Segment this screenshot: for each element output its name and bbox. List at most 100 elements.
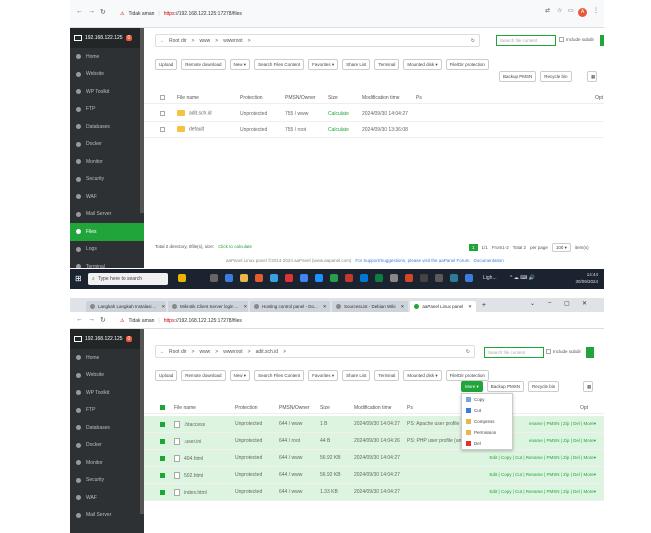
tab-langkah-langkah-instalas[interactable]: Langkah Langkah Instalasi ... ✕ <box>86 301 166 312</box>
profile-avatar[interactable]: A <box>578 8 587 17</box>
breadcrumb-item[interactable]: Root dir <box>169 349 187 355</box>
row-checkbox[interactable] <box>160 111 165 116</box>
backup-pmsn-button[interactable]: Backup PMSN <box>499 71 537 82</box>
tab-close-icon[interactable]: ✕ <box>468 304 472 310</box>
path-breadcrumb[interactable]: ← Root dir > www > wwwroot > ↻ <box>155 34 480 47</box>
more-button[interactable]: More ▾ <box>461 381 483 392</box>
app-icon[interactable] <box>345 274 353 282</box>
task-view-icon[interactable] <box>210 274 218 282</box>
sidepanel-icon[interactable]: ▭ <box>568 7 574 14</box>
protection-status[interactable]: Unprotected <box>235 421 262 427</box>
protection-status[interactable]: Unprotected <box>235 472 262 478</box>
terminal-button[interactable]: Terminal <box>374 370 400 381</box>
col-mtime[interactable]: Modification time <box>362 95 400 101</box>
explorer-icon[interactable] <box>240 274 248 282</box>
file-name[interactable]: default <box>189 127 204 133</box>
translate-icon[interactable]: ⇄ <box>545 7 550 14</box>
file-name-cell[interactable]: index.html <box>174 488 207 496</box>
address-bar[interactable]: ⚠ Tidak aman | https://192.168.122.125:1… <box>120 6 514 22</box>
calculate-size-link[interactable]: Calculate <box>328 127 349 133</box>
sidebar-item-files[interactable]: Files <box>70 223 144 241</box>
search-input[interactable]: Search file content <box>496 35 556 46</box>
grid-view-icon[interactable]: ▦ <box>583 381 593 392</box>
firefox-icon[interactable] <box>255 274 263 282</box>
tab-mikrotik-client-server-l[interactable]: Mikrotik Client Server login ... ✕ <box>168 301 248 312</box>
word-icon[interactable] <box>360 274 368 282</box>
sidebar-item-databases[interactable]: Databases <box>70 118 144 136</box>
file-name[interactable]: .user.ini <box>184 438 201 444</box>
menu-item-del[interactable]: Del <box>462 438 512 449</box>
forward-icon[interactable]: → <box>88 8 95 15</box>
sidebar-item-website[interactable]: Website <box>70 66 144 84</box>
grid-view-icon[interactable]: ▦ <box>587 71 597 82</box>
row-checkbox[interactable] <box>160 439 165 444</box>
file-name-cell[interactable]: 404.html <box>174 454 203 462</box>
breadcrumb-item[interactable]: adit.sch.id <box>256 349 279 355</box>
row-operations[interactable]: Edit | Copy | Cut | Rename | PMSN | Zip … <box>490 472 596 478</box>
taskbar-search[interactable]: ⌕ Type here to search <box>88 273 168 285</box>
share-list-button[interactable]: Share List <box>342 59 371 70</box>
breadcrumb-item[interactable]: www <box>199 38 210 44</box>
windows-start-icon[interactable]: ⊞ <box>75 274 82 283</box>
star-icon[interactable]: ☆ <box>557 7 562 14</box>
forum-link[interactable]: For Support/Suggestions, please visit th… <box>355 258 469 263</box>
tab-hosting-control-panel-do[interactable]: Hosting control panel - Do... ✕ <box>250 301 330 312</box>
app-icon[interactable] <box>330 274 338 282</box>
new-button[interactable]: New ▾ <box>229 370 251 381</box>
recycle-bin-button[interactable]: Recycle bin <box>528 381 560 392</box>
col-filename[interactable]: File name <box>177 95 199 101</box>
protection-status[interactable]: Unprotected <box>240 111 267 117</box>
refresh-icon[interactable]: ↻ <box>466 349 470 355</box>
table-row[interactable]: adit.sch.id Unprotected 755 / www Calculate… <box>144 106 604 122</box>
store-icon[interactable] <box>270 274 278 282</box>
mounted-disk-button[interactable]: Mounted disk ▾ <box>403 59 442 70</box>
include-subdir[interactable]: Include subdir <box>546 349 581 354</box>
protection-status[interactable]: Unprotected <box>235 455 262 461</box>
maximize-icon[interactable]: ▢ <box>564 300 570 307</box>
breadcrumb-item[interactable]: Root dir <box>169 38 187 44</box>
chrome-icon[interactable] <box>300 274 308 282</box>
favorites-button[interactable]: Favorites ▾ <box>308 59 339 70</box>
select-all-checkbox[interactable] <box>160 95 165 100</box>
row-checkbox[interactable] <box>160 490 165 495</box>
subdir-checkbox[interactable] <box>546 349 551 354</box>
tab-close-icon[interactable]: ✕ <box>244 304 248 310</box>
notification-badge[interactable]: 0 <box>125 336 133 342</box>
row-operations[interactable]: ename | PMSN | Zip | Del | More▾ <box>529 438 596 444</box>
search-input[interactable]: Search file content <box>484 347 544 358</box>
sidebar-item-website[interactable]: Website <box>70 367 144 385</box>
search-files-content-button[interactable]: Search Files Content <box>254 59 305 70</box>
search-button[interactable] <box>600 35 604 46</box>
sidebar-item-ftp[interactable]: FTP <box>70 402 144 420</box>
sidebar-item-security[interactable]: Security <box>70 171 144 189</box>
breadcrumb-item[interactable]: www <box>199 349 210 355</box>
sidebar-item-logs[interactable]: Logs <box>70 241 144 259</box>
file-name[interactable]: 404.html <box>184 455 203 461</box>
file-name-cell[interactable]: .htaccess <box>174 420 205 428</box>
file-name-cell[interactable]: .user.ini <box>174 437 201 445</box>
upload-button[interactable]: Upload <box>155 370 178 381</box>
file-name[interactable]: .htaccess <box>184 421 205 427</box>
back-arrow-icon[interactable]: ← <box>160 349 165 355</box>
sidebar-item-waf[interactable]: WAF <box>70 489 144 507</box>
terminal-button[interactable]: Terminal <box>374 59 400 70</box>
sidebar-item-docker[interactable]: Docker <box>70 437 144 455</box>
subdir-checkbox[interactable] <box>559 37 564 42</box>
file-name-cell[interactable]: default <box>177 126 204 133</box>
weather-widget[interactable]: Ligh... <box>483 275 497 281</box>
back-icon[interactable]: ← <box>76 316 83 323</box>
widgets-icon[interactable] <box>178 274 186 282</box>
refresh-icon[interactable]: ↻ <box>471 38 475 44</box>
row-operations[interactable]: Edit | Copy | Cut | Rename | PMSN | Zip … <box>490 455 596 461</box>
app-icon[interactable] <box>390 274 398 282</box>
tab-aapanel-linux-panel[interactable]: aaPanel Linux panel ✕ <box>410 301 476 312</box>
address-bar[interactable]: ⚠ Tidak aman | https://192.168.122.125:1… <box>120 313 514 329</box>
protection-status[interactable]: Unprotected <box>240 127 267 133</box>
row-checkbox[interactable] <box>160 127 165 132</box>
sidebar-item-terminal[interactable]: Terminal <box>70 258 144 268</box>
file-name-cell[interactable]: adit.sch.id <box>177 110 212 117</box>
breadcrumb-item[interactable]: wwwroot <box>223 38 242 44</box>
sidebar-item-ftp[interactable]: FTP <box>70 101 144 119</box>
sidebar-item-home[interactable]: Home <box>70 48 144 66</box>
back-icon[interactable]: ← <box>76 8 83 15</box>
